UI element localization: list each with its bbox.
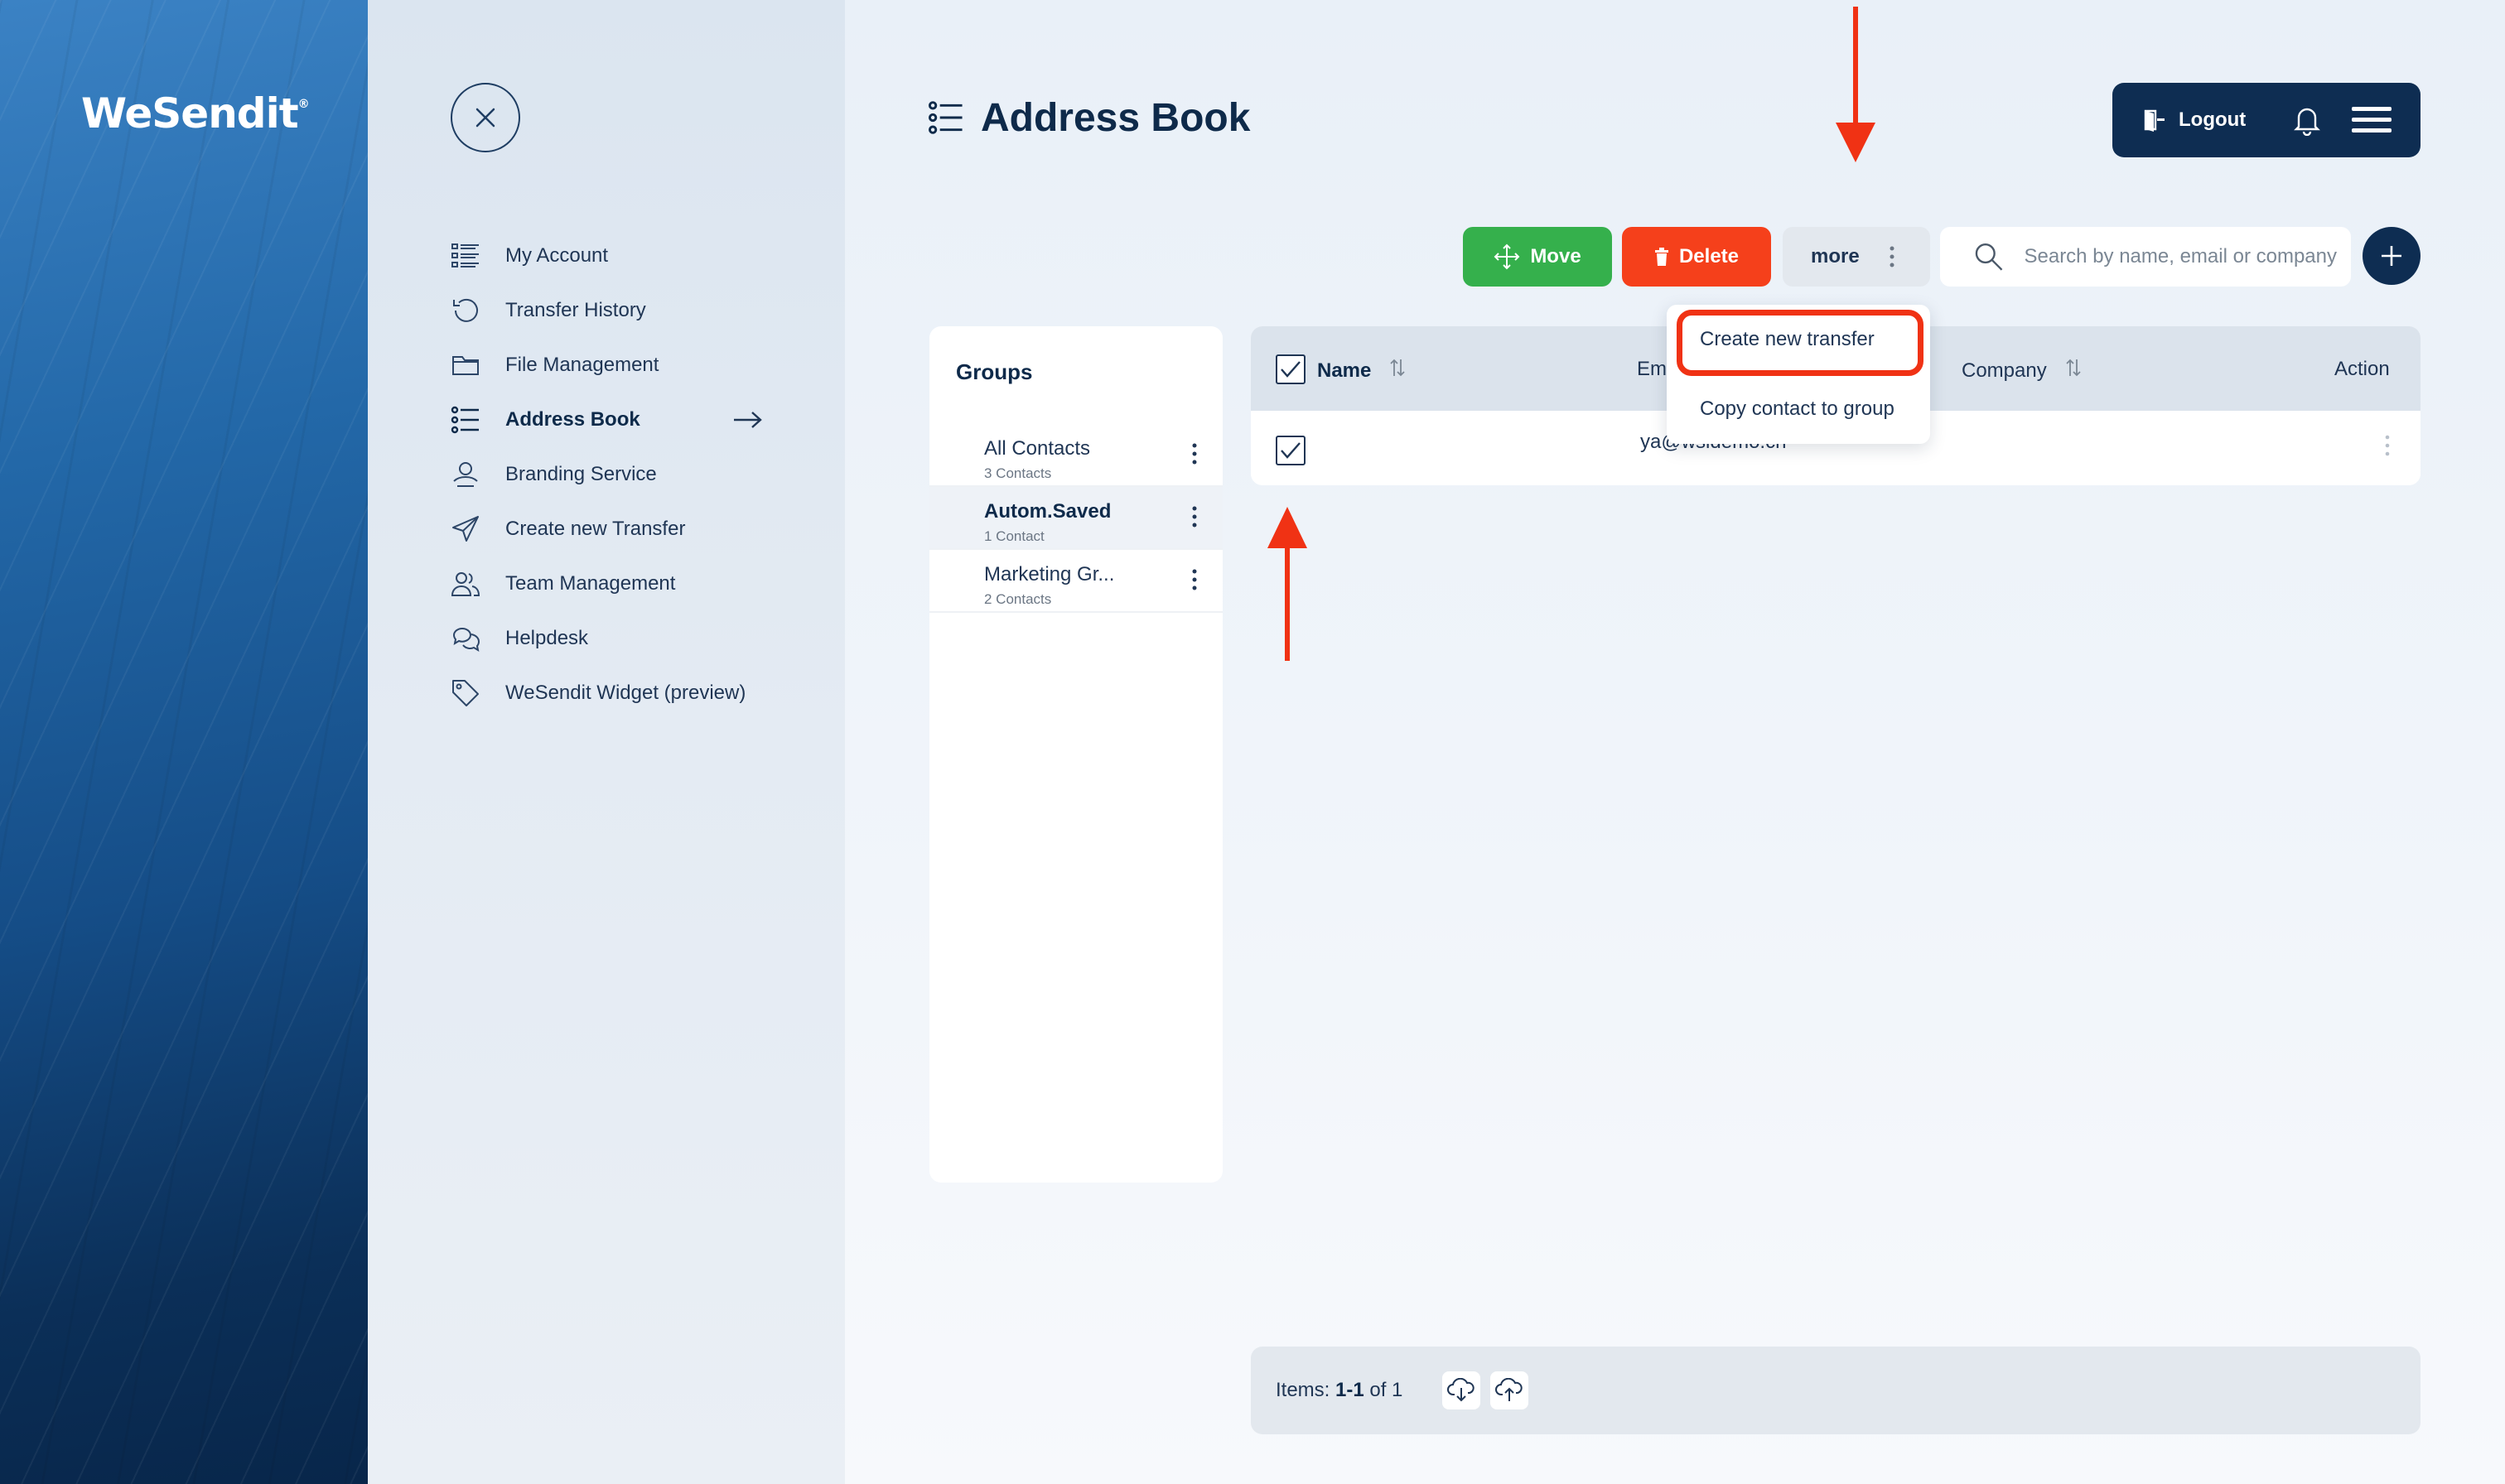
sidebar-item-label: Team Management — [505, 572, 676, 595]
group-item-all-contacts[interactable]: All Contacts 3 Contacts — [929, 424, 1223, 487]
sidebar-item-label: Transfer History — [505, 299, 646, 321]
table-footer: Items: 1-1 of 1 — [1251, 1347, 2421, 1434]
close-menu-button[interactable] — [451, 83, 520, 152]
hamburger-menu-icon[interactable] — [2352, 105, 2392, 135]
add-contact-button[interactable] — [2363, 227, 2421, 285]
top-actions-bar: Logout — [2112, 83, 2421, 157]
chat-icon — [449, 622, 482, 655]
page-title: Address Book — [928, 93, 1250, 142]
sidebar-item-branding-service[interactable]: Branding Service — [449, 454, 764, 495]
sort-icon[interactable] — [1389, 358, 1406, 383]
search-icon — [1975, 243, 2003, 271]
more-button[interactable]: more — [1783, 227, 1930, 287]
side-menu — [368, 0, 845, 1484]
folder-icon — [449, 349, 482, 382]
annotation-arrow-down — [1836, 7, 1875, 162]
sidebar-item-label: Address Book — [505, 408, 640, 431]
checkmark-icon — [1281, 442, 1301, 459]
sidebar-item-label: File Management — [505, 354, 659, 376]
search-box — [1940, 227, 2351, 287]
bell-icon[interactable] — [2292, 104, 2322, 136]
kebab-icon — [1889, 245, 1905, 274]
logout-button[interactable]: Logout — [2142, 108, 2246, 132]
menu-item-copy-contact-to-group[interactable]: Copy contact to group — [1700, 398, 1894, 421]
items-count: Items: 1-1 of 1 — [1276, 1379, 1403, 1401]
sidebar-item-helpdesk[interactable]: Helpdesk — [449, 618, 764, 659]
groups-title: Groups — [956, 359, 1033, 384]
move-arrows-icon — [1494, 243, 1520, 270]
history-icon — [449, 294, 482, 327]
kebab-icon[interactable] — [2384, 434, 2391, 461]
sidebar-item-my-account[interactable]: My Account — [449, 235, 764, 277]
plus-icon — [2382, 246, 2401, 266]
delete-button[interactable]: Delete — [1622, 227, 1771, 287]
paper-plane-icon — [449, 513, 482, 546]
sidebar-item-widget-preview[interactable]: WeSendit Widget (preview) — [449, 672, 764, 714]
column-header-action: Action — [2334, 358, 2390, 380]
sidebar-item-file-management[interactable]: File Management — [449, 344, 764, 386]
kebab-icon[interactable] — [1191, 505, 1198, 532]
kebab-icon[interactable] — [1191, 568, 1198, 595]
sidebar-item-label: Create new Transfer — [505, 518, 686, 540]
cloud-upload-icon[interactable] — [1490, 1371, 1529, 1409]
address-list-icon — [928, 99, 964, 136]
address-list-icon — [449, 403, 482, 436]
checkmark-icon — [1281, 361, 1301, 378]
sort-icon[interactable] — [2065, 358, 2082, 383]
trash-icon — [1654, 248, 1668, 266]
select-all-checkbox[interactable] — [1276, 354, 1306, 384]
sidebar-item-address-book[interactable]: Address Book — [449, 399, 764, 441]
branding-icon — [449, 458, 482, 491]
logout-icon — [2144, 109, 2165, 132]
more-dropdown-menu: Create new transfer Copy contact to grou… — [1667, 305, 1930, 444]
sidebar-item-label: My Account — [505, 244, 609, 267]
sidebar-item-create-new-transfer[interactable]: Create new Transfer — [449, 508, 764, 550]
tag-icon — [449, 677, 482, 710]
close-icon — [475, 108, 495, 128]
groups-panel: Groups All Contacts 3 Contacts Autom.Sav… — [929, 326, 1223, 1183]
search-input[interactable] — [2024, 245, 2351, 268]
sidebar-item-transfer-history[interactable]: Transfer History — [449, 290, 764, 331]
sidebar-item-label: WeSendit Widget (preview) — [505, 682, 746, 704]
page-title-text: Address Book — [981, 95, 1251, 140]
group-item-autom-saved[interactable]: Autom.Saved 1 Contact — [929, 487, 1223, 550]
group-item-marketing[interactable]: Marketing Gr... 2 Contacts — [929, 550, 1223, 613]
row-checkbox[interactable] — [1276, 436, 1306, 465]
column-header-name[interactable]: Name — [1317, 358, 1406, 383]
column-header-company[interactable]: Company — [1962, 358, 2082, 383]
sidebar-item-label: Branding Service — [505, 463, 657, 485]
sidebar-item-label: Helpdesk — [505, 627, 589, 649]
wesendit-logo[interactable]: WeSendit® — [81, 89, 310, 137]
column-header-email[interactable]: Em — [1637, 358, 1667, 381]
list-icon — [449, 239, 482, 272]
cloud-download-icon[interactable] — [1442, 1371, 1481, 1409]
move-button[interactable]: Move — [1463, 227, 1612, 287]
brand-panel: WeSendit® — [0, 0, 368, 1484]
sidebar-item-team-management[interactable]: Team Management — [449, 563, 764, 605]
kebab-icon[interactable] — [1191, 442, 1198, 470]
annotation-arrow-up — [1267, 507, 1307, 661]
team-icon — [449, 567, 482, 600]
annotation-highlight-box — [1677, 310, 1923, 376]
arrow-right-icon — [732, 406, 764, 440]
